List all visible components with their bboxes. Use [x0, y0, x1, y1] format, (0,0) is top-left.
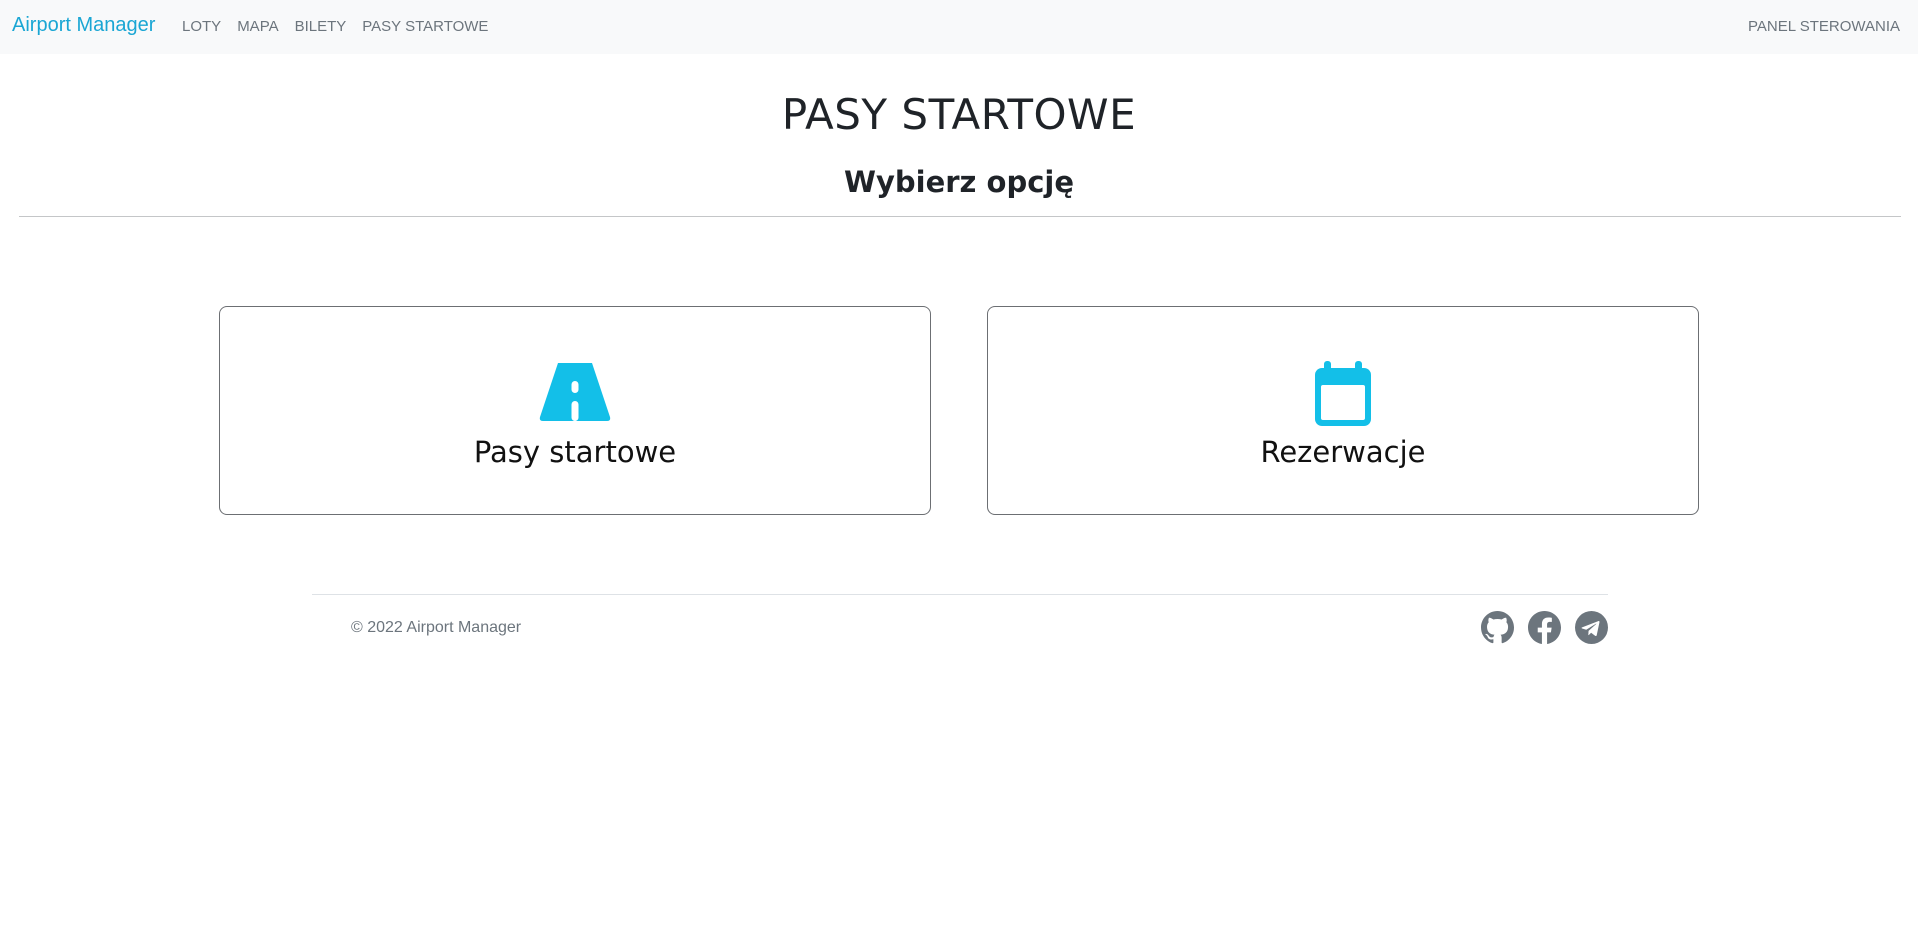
nav-links: LOTY MAPA BILETY PASY STARTOWE [182, 18, 504, 35]
copyright: © 2022 Airport Manager [351, 619, 522, 636]
road-icon [539, 363, 611, 421]
footer-divider [312, 594, 1608, 595]
runways-card[interactable]: Pasy startowe [219, 306, 931, 515]
reservations-card-label: Rezerwacje [1260, 435, 1426, 469]
nav-link-mapa[interactable]: MAPA [237, 18, 278, 35]
reservations-card[interactable]: Rezerwacje [987, 306, 1699, 515]
github-icon[interactable] [1481, 611, 1514, 644]
nav-link-loty[interactable]: LOTY [182, 18, 221, 35]
runways-card-label: Pasy startowe [473, 435, 677, 469]
page-title: PASY STARTOWE [781, 90, 1137, 139]
calendar-icon [1315, 361, 1371, 426]
divider [19, 216, 1901, 217]
nav-link-panel-sterowania[interactable]: PANEL STEROWANIA [1748, 18, 1900, 35]
telegram-icon[interactable] [1575, 611, 1608, 644]
brand-link[interactable]: Airport Manager [12, 14, 155, 37]
page-subtitle: Wybierz opcję [843, 165, 1075, 199]
facebook-icon[interactable] [1528, 611, 1561, 644]
nav-link-pasy-startowe[interactable]: PASY STARTOWE [362, 18, 488, 35]
navbar: Airport Manager LOTY MAPA BILETY PASY ST… [0, 0, 1918, 54]
nav-link-bilety[interactable]: BILETY [295, 18, 347, 35]
